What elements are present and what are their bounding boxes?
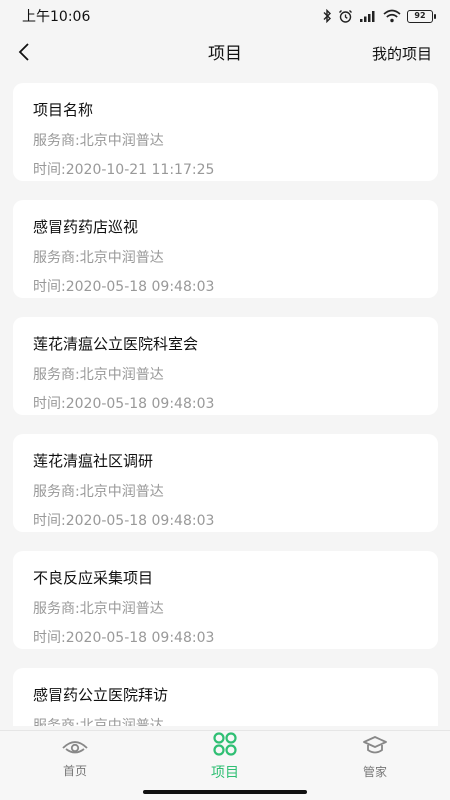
butler-hat-icon <box>361 735 389 761</box>
project-card[interactable]: 不良反应采集项目 服务商:北京中润普达 时间:2020-05-18 09:48:… <box>13 551 438 649</box>
wifi-icon <box>383 9 401 23</box>
project-time: 时间:2020-05-18 09:48:03 <box>33 396 215 412</box>
project-provider: 服务商:北京中润普达 <box>33 718 164 726</box>
battery-level: 92 <box>407 9 433 23</box>
gesture-area <box>0 782 450 800</box>
project-title: 莲花清瘟社区调研 <box>33 452 154 470</box>
project-title: 感冒药药店巡视 <box>33 218 139 236</box>
tab-projects[interactable]: 项目 <box>150 731 300 783</box>
project-time: 时间:2020-05-18 09:48:03 <box>33 513 215 529</box>
project-provider: 服务商:北京中润普达 <box>33 484 164 500</box>
project-provider: 服务商:北京中润普达 <box>33 367 164 383</box>
my-projects-button[interactable]: 我的项目 <box>372 32 432 76</box>
eye-home-icon <box>61 736 89 760</box>
alarm-icon <box>338 9 353 24</box>
battery-icon: 92 <box>407 9 436 23</box>
project-time: 时间:2020-05-18 09:48:03 <box>33 630 215 646</box>
status-icons: 92 <box>322 9 436 24</box>
project-card[interactable]: 莲花清瘟公立医院科室会 服务商:北京中润普达 时间:2020-05-18 09:… <box>13 317 438 415</box>
chevron-left-icon <box>17 42 31 66</box>
project-provider: 服务商:北京中润普达 <box>33 133 164 149</box>
cellular-signal-icon <box>359 9 377 23</box>
bluetooth-icon <box>322 9 332 23</box>
project-title: 感冒药公立医院拜访 <box>33 686 169 704</box>
project-card[interactable]: 感冒药公立医院拜访 服务商:北京中润普达 <box>13 668 438 726</box>
tab-label: 首页 <box>62 763 87 778</box>
tab-label: 管家 <box>362 764 387 779</box>
bottom-tab-bar: 首页 项目 管家 <box>0 730 450 782</box>
project-card[interactable]: 莲花清瘟社区调研 服务商:北京中润普达 时间:2020-05-18 09:48:… <box>13 434 438 532</box>
project-card[interactable]: 感冒药药店巡视 服务商:北京中润普达 时间:2020-05-18 09:48:0… <box>13 200 438 298</box>
nav-bar: 项目 我的项目 <box>0 32 450 76</box>
project-provider: 服务商:北京中润普达 <box>33 250 164 266</box>
four-circles-icon <box>212 732 238 760</box>
tab-label: 项目 <box>211 765 239 781</box>
project-list[interactable]: 项目名称 服务商:北京中润普达 时间:2020-10-21 11:17:25 感… <box>0 76 450 726</box>
status-bar: 上午10:06 92 <box>0 0 450 32</box>
project-time: 时间:2020-05-18 09:48:03 <box>33 279 215 295</box>
project-card[interactable]: 项目名称 服务商:北京中润普达 时间:2020-10-21 11:17:25 <box>13 83 438 181</box>
project-provider: 服务商:北京中润普达 <box>33 601 164 617</box>
tab-home[interactable]: 首页 <box>0 731 150 783</box>
back-button[interactable] <box>12 40 36 68</box>
home-indicator[interactable] <box>143 790 307 794</box>
status-time: 上午10:06 <box>22 9 91 25</box>
project-title: 莲花清瘟公立医院科室会 <box>33 335 199 353</box>
project-title: 不良反应采集项目 <box>33 569 154 587</box>
project-time: 时间:2020-10-21 11:17:25 <box>33 162 215 178</box>
project-title: 项目名称 <box>33 101 94 119</box>
tab-butler[interactable]: 管家 <box>300 731 450 783</box>
